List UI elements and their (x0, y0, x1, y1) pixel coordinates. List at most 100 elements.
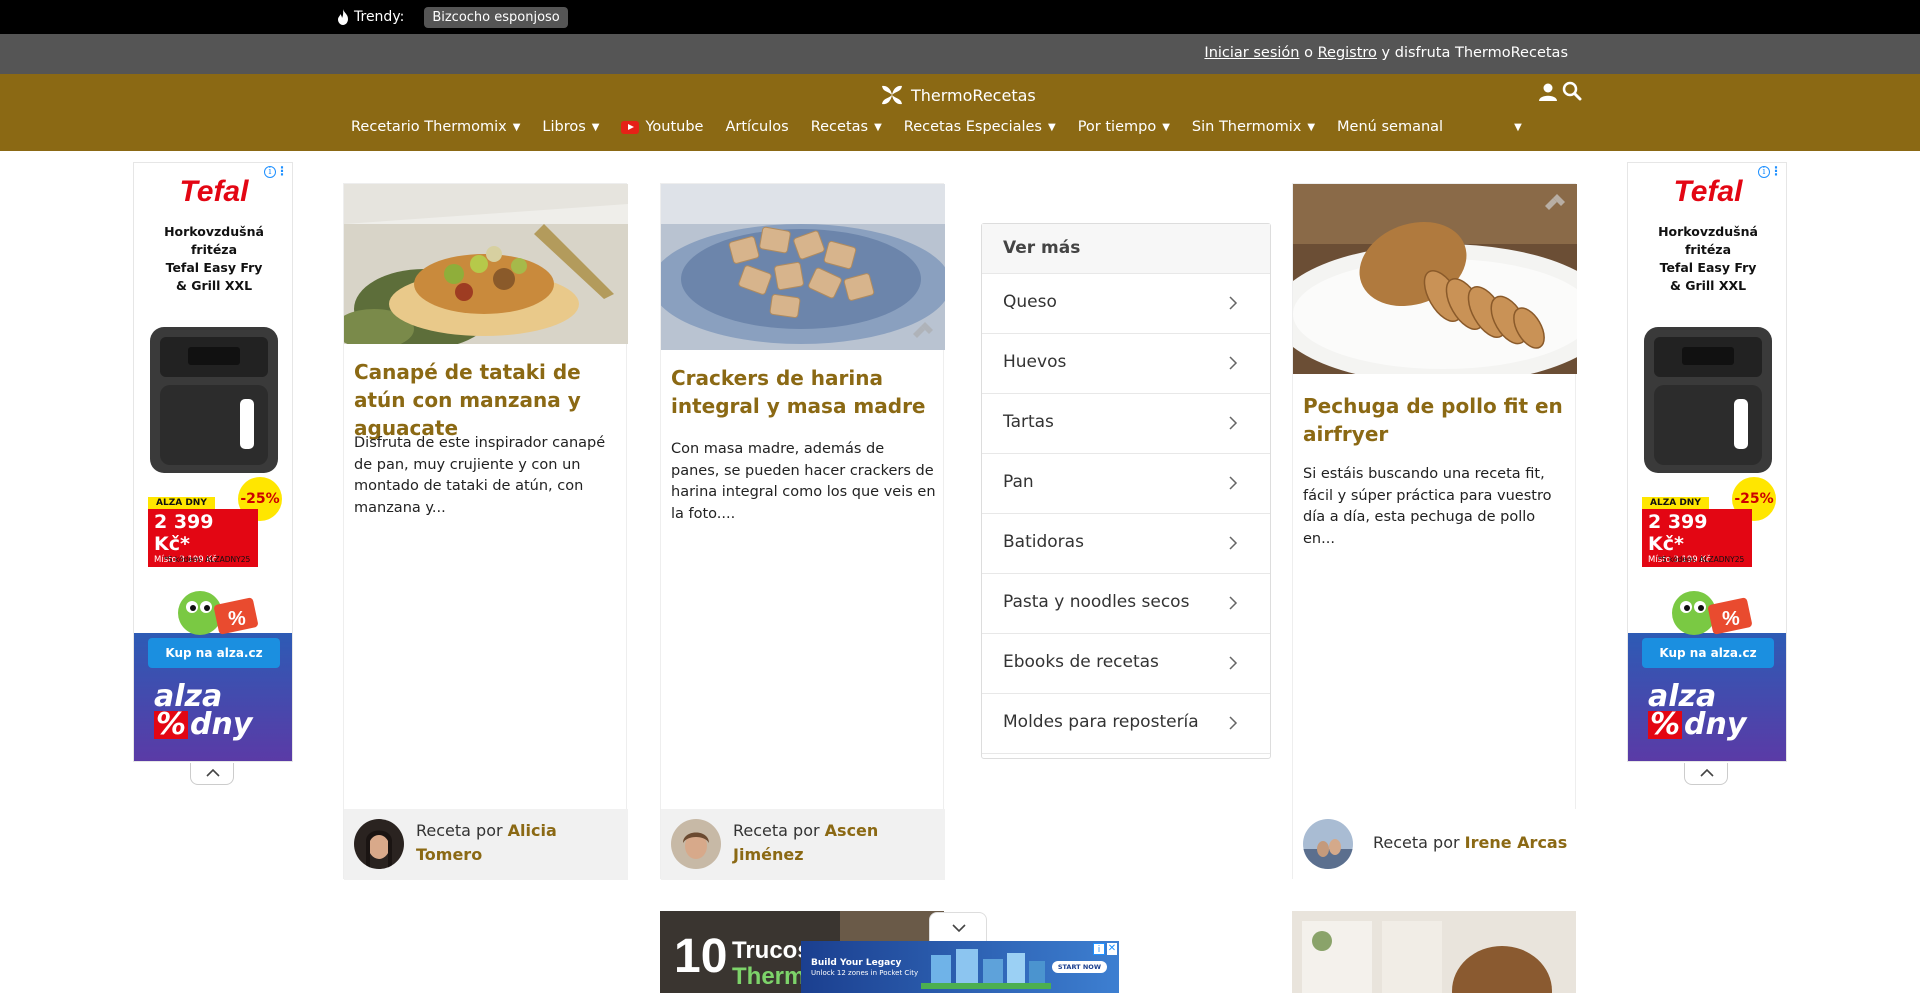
ad-close-icon[interactable]: ✕ (1107, 943, 1117, 955)
see-more-item[interactable]: Ebooks de recetas (982, 634, 1270, 694)
see-more-item-label: Pan (1003, 472, 1034, 492)
user-icon[interactable] (1538, 82, 1558, 102)
see-more-item[interactable]: Pan (982, 454, 1270, 514)
brand-name: ThermoRecetas (911, 85, 1036, 105)
see-more-panel: Ver más Queso Huevos Tartas Pan Batidoras Pas… (981, 223, 1271, 759)
chevron-right-icon (1229, 656, 1238, 670)
ad-price-value: 2 399 Kč* (1648, 511, 1708, 555)
login-bar: Iniciar sesión o Registro y disfruta The… (0, 34, 1920, 74)
nav-item[interactable]: Recetario Thermomix ▼ (340, 119, 531, 135)
see-more-item[interactable]: Pasta y noodles secos (982, 574, 1270, 634)
register-link[interactable]: Registro (1318, 45, 1377, 61)
recipe-image[interactable] (1293, 184, 1577, 374)
recipe-card-partial[interactable] (1292, 911, 1576, 993)
chevron-right-icon (1229, 716, 1238, 730)
chevron-right-icon (1229, 596, 1238, 610)
see-more-item-label: Huevos (1003, 352, 1067, 372)
see-more-item-label: Batidoras (1003, 532, 1084, 552)
author-name-link[interactable]: Irene Arcas (1465, 833, 1568, 852)
see-more-item-label: Pasta y noodles secos (1003, 592, 1190, 612)
recipe-description: Con masa madre, además de panes, se pued… (671, 441, 936, 522)
youtube-icon (621, 120, 640, 134)
see-more-item-label: Moldes para repostería (1003, 712, 1199, 732)
brand-logo[interactable]: ThermoRecetas (879, 82, 1036, 108)
author-avatar[interactable] (354, 819, 404, 869)
search-icon[interactable] (1562, 81, 1582, 101)
caret-down-icon: ▼ (1307, 121, 1316, 133)
see-more-item[interactable]: Huevos (982, 334, 1270, 394)
recipe-title[interactable]: Pechuga de pollo fit en airfryer (1303, 392, 1569, 448)
svg-text:%: % (228, 608, 246, 630)
ad-brand: Tefal (1673, 175, 1743, 208)
nav-item[interactable]: Artículos (714, 119, 799, 135)
ad-text-line: fritéza (1684, 242, 1732, 257)
nav-item[interactable]: Recetas ▼ (800, 119, 893, 135)
author-avatar[interactable] (671, 819, 721, 869)
mascot-image: % (1672, 591, 1752, 635)
login-link[interactable]: Iniciar sesión (1204, 45, 1299, 61)
left-ad-banner[interactable]: i ⋮ Tefal Horkovzdušná fritéza Tefal Eas… (133, 162, 293, 762)
nav-item-label: Libros (542, 119, 586, 135)
recipe-author: Receta por Ascen Jiménez (733, 819, 939, 867)
right-ad-collapse-button[interactable] (1684, 763, 1728, 785)
ad-alza-logo: alza % dny (154, 682, 253, 742)
nav-item[interactable]: Por tiempo ▼ (1067, 119, 1181, 135)
recipe-image[interactable] (344, 184, 628, 344)
kitchen-woman-photo (1292, 911, 1576, 993)
avatar-image (671, 819, 721, 869)
flame-icon (338, 9, 348, 25)
ad-text: Horkovzdušná fritéza Tefal Easy Fry & Gr… (1628, 223, 1786, 295)
ad-alza-dny-word: dny (190, 707, 253, 742)
chevron-right-icon (1229, 416, 1238, 430)
nav-item[interactable]: Recetas Especiales ▼ (893, 119, 1067, 135)
thermo-logo-icon (882, 85, 902, 105)
see-more-item[interactable]: Tartas (982, 394, 1270, 454)
trucos-word: Trucos (732, 937, 811, 964)
see-more-item[interactable]: Batidoras (982, 514, 1270, 574)
recipe-card[interactable]: Pechuga de pollo fit en airfryer Si está… (1292, 183, 1577, 880)
trucos-number: 10 (674, 930, 728, 983)
air-fryer-image (150, 327, 278, 473)
author-avatar[interactable] (1303, 819, 1353, 869)
nav-item[interactable]: Menú semanal (1326, 119, 1454, 135)
avatar-image (354, 819, 404, 869)
ad-text-line: Horkovzdušná (1658, 224, 1758, 239)
recipe-author: Receta por Irene Arcas (1373, 831, 1579, 855)
chevron-up-icon (1700, 768, 1714, 777)
nav-item[interactable]: ▼ (1497, 119, 1533, 135)
recipe-title[interactable]: Crackers de harina integral y masa madre (671, 364, 937, 420)
svg-text:%: % (1722, 608, 1740, 630)
left-ad-collapse-button[interactable] (190, 763, 234, 785)
trendy-tag[interactable]: Bizcocho esponjoso (424, 6, 568, 28)
caret-down-icon: ▼ (591, 121, 600, 133)
bottom-ad-collapse-button[interactable] (929, 912, 987, 941)
see-more-item[interactable]: Queso (982, 274, 1270, 334)
ad-text-line: & Grill XXL (1669, 278, 1747, 293)
ad-cta-button[interactable]: Kup na alza.cz (1642, 638, 1774, 668)
nav-item[interactable]: Libros ▼ (531, 119, 610, 135)
trendy-label: Trendy: (354, 9, 405, 25)
recipe-image[interactable] (661, 184, 945, 350)
nav-item-label: Recetas Especiales (903, 119, 1042, 135)
right-ad-banner[interactable]: i ⋮ Tefal Horkovzdušná fritéza Tefal Eas… (1627, 162, 1787, 762)
author-prefix: Receta por (416, 821, 508, 840)
ad-alza-dny-word: dny (1684, 707, 1747, 742)
ad-info-icon[interactable]: i (1093, 943, 1105, 955)
mascot-image: % (178, 591, 258, 635)
bottom-ad-cta-button[interactable]: START NOW (1051, 961, 1107, 973)
recipe-title[interactable]: Canapé de tataki de atún con manzana y a… (354, 358, 620, 442)
ad-code: *S kódem: ALZADNY25 (1658, 555, 1745, 564)
crackers-photo (661, 184, 945, 350)
recipe-description: Disfruta de este inspirador canapé de pa… (354, 435, 606, 516)
trendy-bar: Trendy: Bizcocho esponjoso (0, 0, 1920, 34)
bottom-ad-content[interactable]: Build Your Legacy Unlock 12 zones in Poc… (801, 941, 1119, 993)
nav-item[interactable]: Youtube (610, 119, 714, 135)
recipe-card[interactable]: Canapé de tataki de atún con manzana y a… (343, 183, 628, 880)
recipe-author-footer: Receta por Irene Arcas (1293, 809, 1577, 880)
ad-cta-button[interactable]: Kup na alza.cz (148, 638, 280, 668)
nav-item[interactable]: Sin Thermomix ▼ (1181, 119, 1326, 135)
recipe-card[interactable]: Crackers de harina integral y masa madre… (660, 183, 945, 880)
ad-text: Horkovzdušná fritéza Tefal Easy Fry & Gr… (134, 223, 292, 295)
bottom-ad-banner[interactable]: Build Your Legacy Unlock 12 zones in Poc… (801, 941, 1119, 993)
see-more-item[interactable]: Moldes para repostería (982, 694, 1270, 754)
